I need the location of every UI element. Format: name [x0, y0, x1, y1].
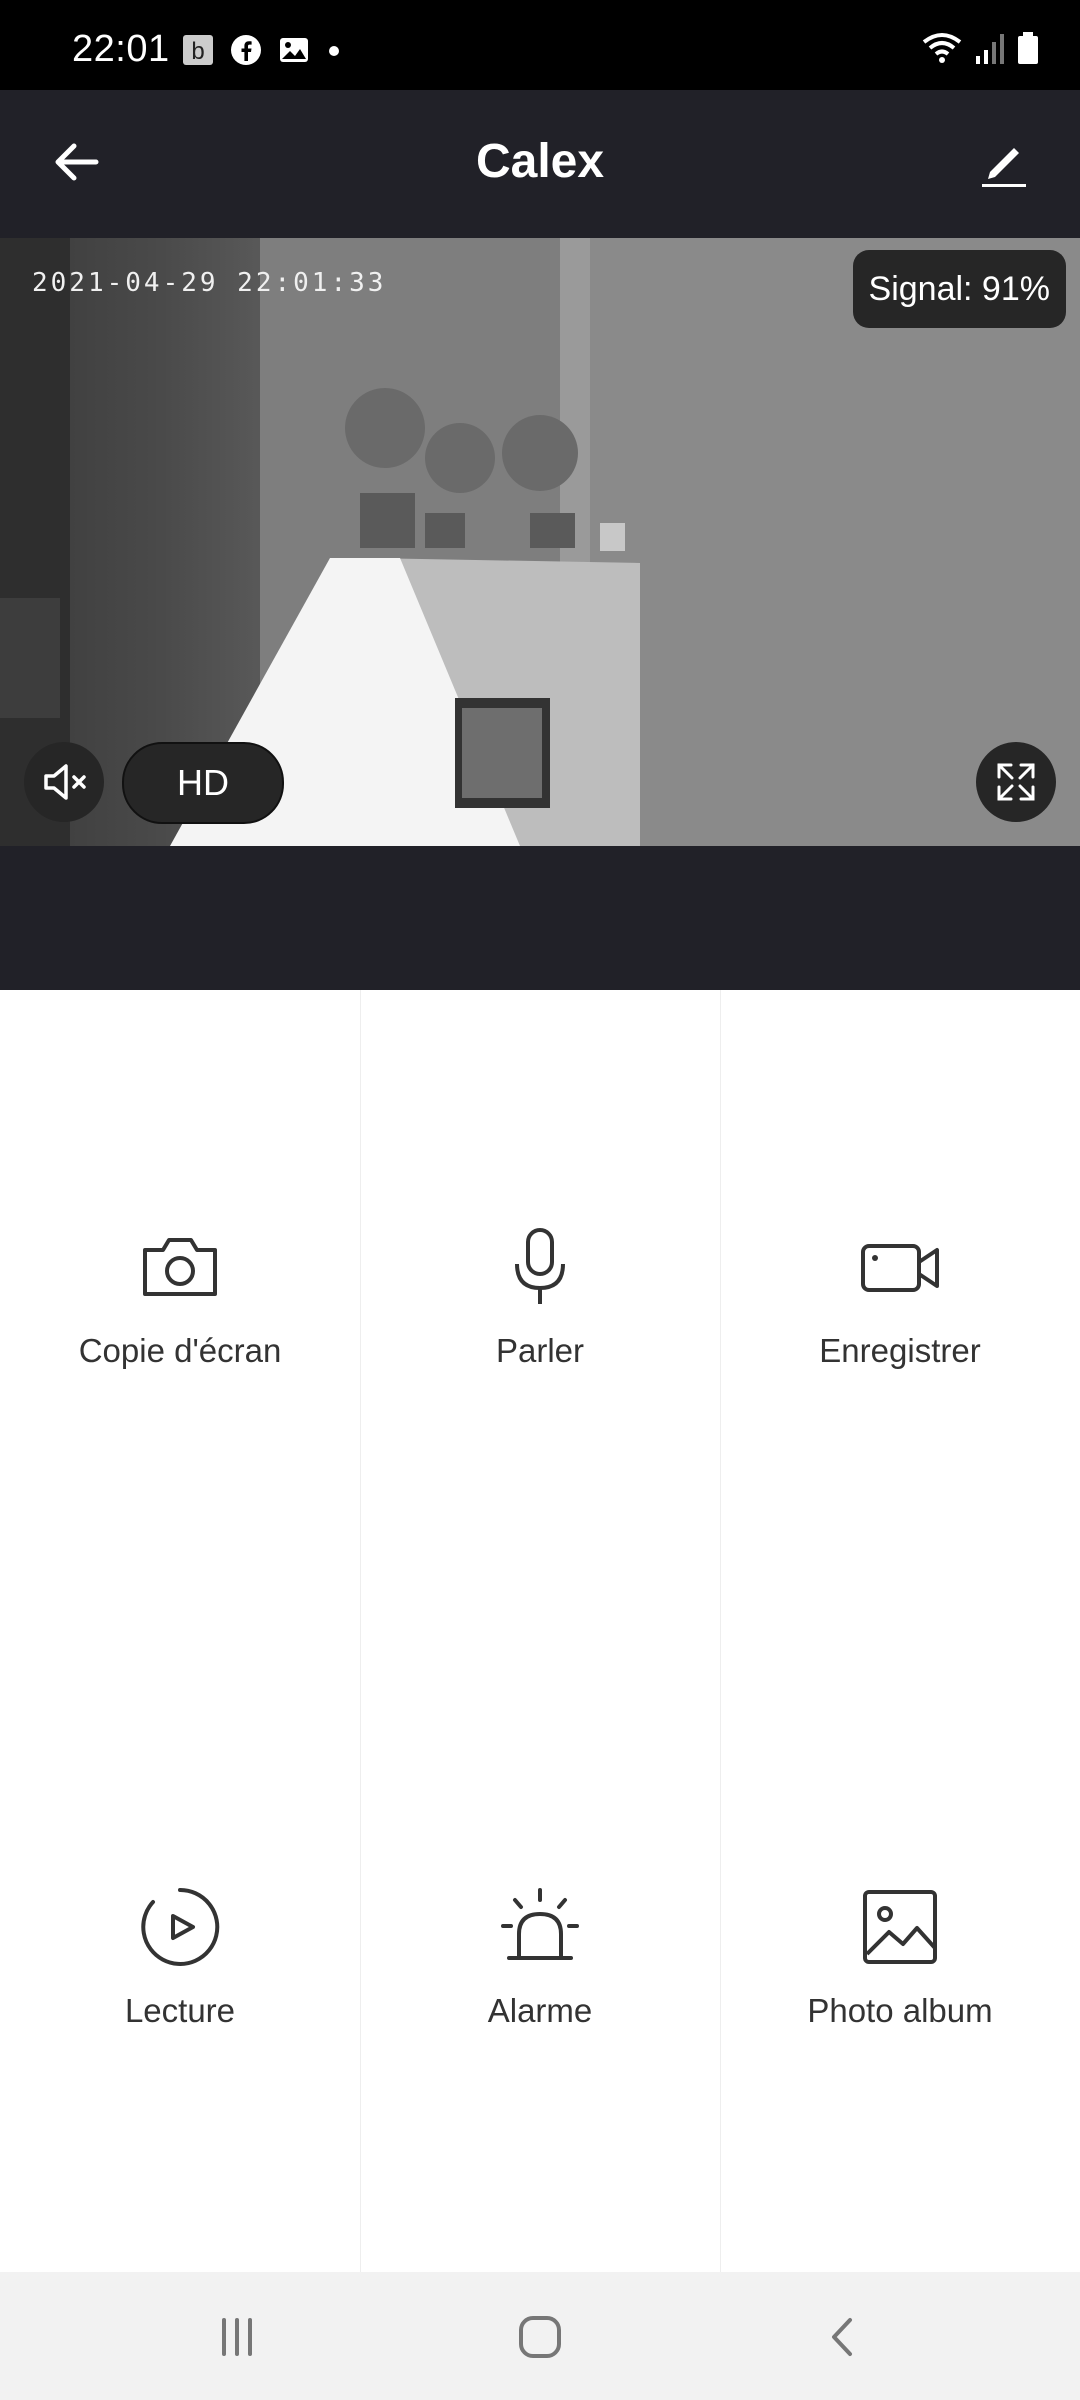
pencil-icon	[982, 148, 1026, 187]
system-nav-bar	[0, 2272, 1080, 2400]
photo-album-icon	[863, 1890, 937, 1964]
camera-feed[interactable]: 2021-04-29 22:01:33 Signal: 91% HD	[0, 238, 1080, 846]
video-camera-icon	[861, 1244, 939, 1292]
home-icon	[519, 2316, 561, 2358]
app-bar: Calex	[0, 90, 1080, 238]
svg-text:b: b	[191, 38, 204, 65]
talk-action[interactable]: Parler	[360, 1222, 720, 1370]
signal-strength-badge: Signal: 91%	[852, 250, 1066, 328]
playback-label: Lecture	[124, 1992, 236, 2029]
video-bottom-panel	[0, 846, 1080, 990]
playback-icon	[141, 1887, 220, 1966]
home-button[interactable]	[505, 2302, 575, 2372]
edit-button[interactable]	[976, 134, 1032, 190]
status-time: 22:01	[72, 28, 170, 70]
status-bar: 22:01 b	[0, 0, 1080, 90]
mute-button[interactable]	[24, 742, 104, 822]
camera-icon	[143, 1238, 217, 1296]
quality-toggle-button[interactable]: HD	[122, 742, 284, 824]
alarm-label: Alarme	[487, 1992, 593, 2029]
page-title: Calex	[475, 135, 605, 188]
talk-label: Parler	[495, 1332, 585, 1369]
expand-icon	[997, 763, 1035, 801]
screenshot-action[interactable]: Copie d'écran	[0, 1222, 360, 1370]
fullscreen-button[interactable]	[976, 742, 1056, 822]
recent-apps-button[interactable]	[202, 2302, 272, 2372]
back-icon	[832, 2318, 852, 2356]
facebook-icon	[231, 35, 261, 65]
signal-bars-icon	[976, 34, 1004, 64]
video-timestamp: 2021-04-29 22:01:33	[32, 268, 387, 298]
system-indicators	[920, 30, 1040, 66]
grid-divider	[360, 990, 361, 2272]
alarm-siren-icon	[501, 1888, 579, 1960]
photo-album-label: Photo album	[807, 1992, 993, 2029]
alarm-action[interactable]: Alarme	[360, 1882, 720, 2030]
screenshot-label: Copie d'écran	[78, 1332, 282, 1369]
action-grid: Copie d'écran Parler Enregistrer Lecture	[0, 990, 1080, 2272]
grid-divider	[720, 990, 721, 2272]
nav-back-button[interactable]	[808, 2302, 878, 2372]
microphone-icon	[515, 1228, 565, 1304]
recent-apps-icon	[222, 2318, 252, 2356]
record-label: Enregistrer	[819, 1332, 981, 1369]
wifi-icon	[922, 33, 962, 63]
battery-icon	[1018, 32, 1038, 64]
b-app-icon: b	[183, 35, 213, 65]
speaker-muted-icon	[44, 764, 86, 800]
playback-action[interactable]: Lecture	[0, 1882, 360, 2030]
dot-icon	[329, 46, 339, 56]
gallery-icon	[280, 38, 308, 62]
notification-icons: b	[182, 34, 342, 66]
record-action[interactable]: Enregistrer	[720, 1222, 1080, 1370]
photo-album-action[interactable]: Photo album	[720, 1882, 1080, 2030]
